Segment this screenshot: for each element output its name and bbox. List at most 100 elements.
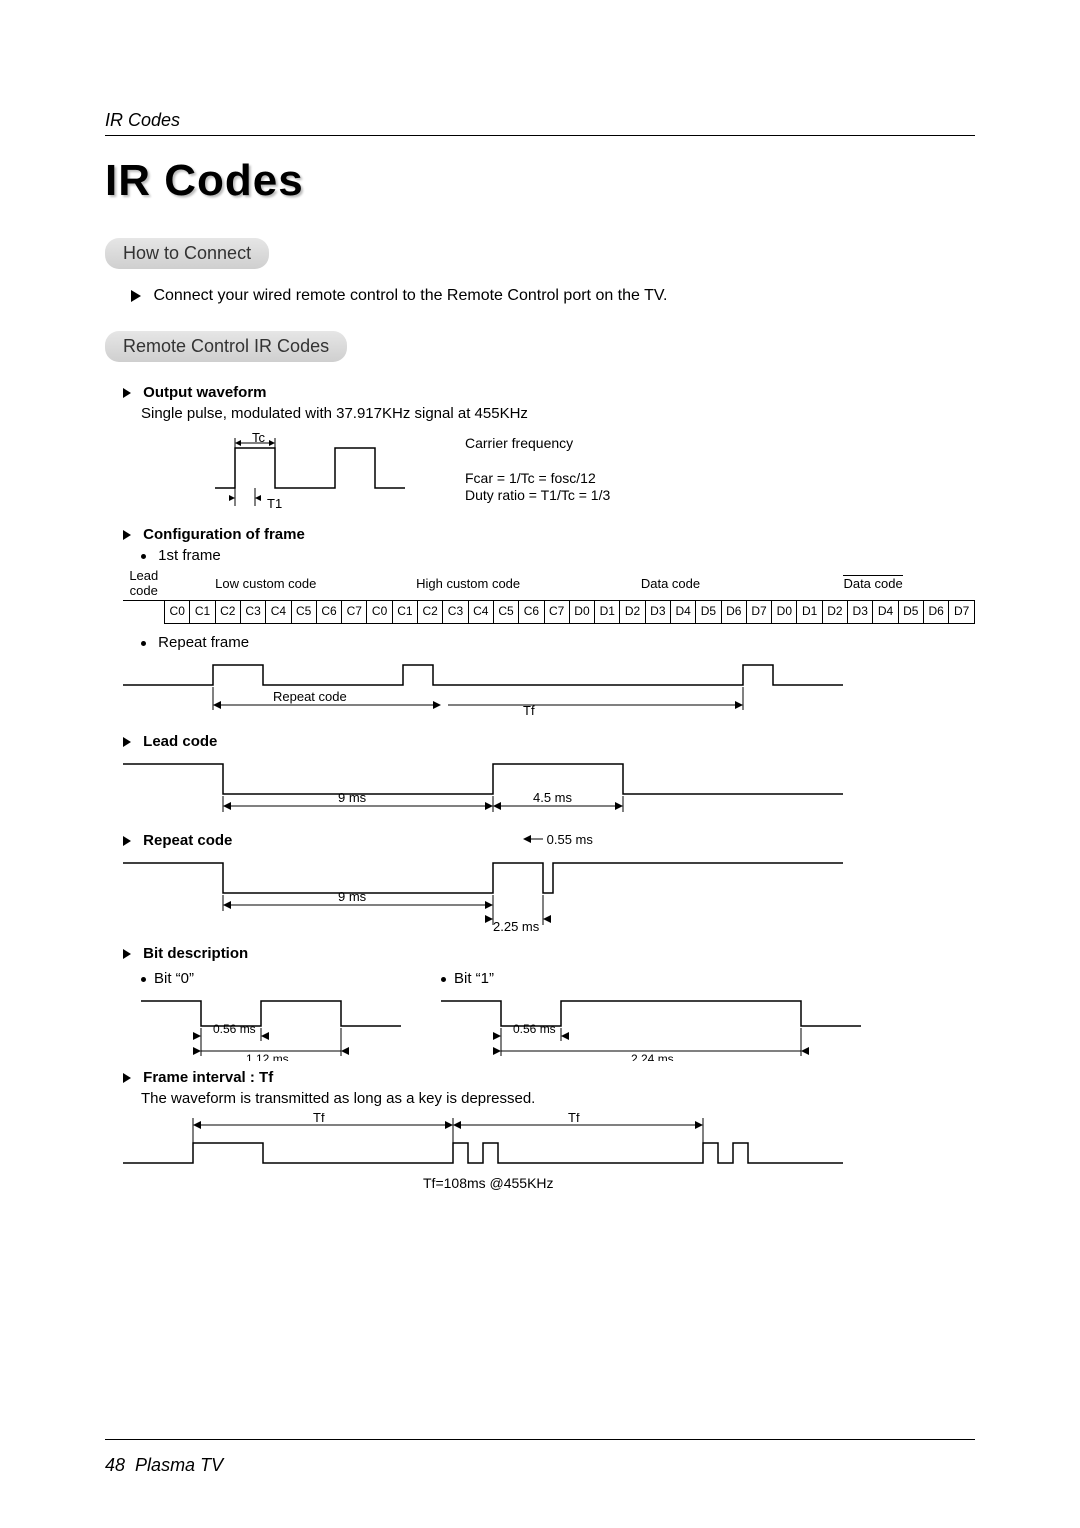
bit-cell: C1 (190, 601, 215, 624)
bit-cell: D2 (822, 601, 847, 624)
section-how-to-connect: How to Connect (105, 238, 269, 269)
page: IR Codes IR Codes How to Connect Connect… (0, 0, 1080, 1528)
triangle-icon (123, 388, 131, 398)
bit-cell: C2 (215, 601, 240, 624)
label-056b: 0.56 ms (513, 1022, 556, 1036)
output-waveform-desc: Single pulse, modulated with 37.917KHz s… (141, 405, 975, 422)
bit1-diagram: 0.56 ms 2.24 ms (441, 991, 861, 1061)
bit-cell: C3 (443, 601, 468, 624)
bit-cell: C0 (367, 601, 392, 624)
bit-cell: D0 (569, 601, 594, 624)
frame-table: Lead code Low custom code High custom co… (123, 568, 975, 624)
bit-cell: C3 (240, 601, 265, 624)
bit-cell: C2 (418, 601, 443, 624)
bit-cell: D4 (873, 601, 898, 624)
bit-cell: C0 (165, 601, 190, 624)
bit-cell: C4 (468, 601, 493, 624)
bit-cell: C7 (544, 601, 569, 624)
label-fcar: Fcar = 1/Tc = fosc/12 (465, 470, 596, 486)
repeat-code-diagram: 9 ms 2.25 ms (123, 853, 843, 933)
bit-cell: C5 (493, 601, 518, 624)
bit-cell: D2 (620, 601, 645, 624)
label-tf1: Tf (313, 1113, 325, 1125)
bit-cell: D7 (949, 601, 975, 624)
label-224: 2.24 ms (631, 1052, 674, 1061)
hdr-data-inv: Data code (772, 568, 975, 601)
repeat-frame-diagram: Repeat code Tf (123, 655, 843, 725)
connect-line: Connect your wired remote control to the… (131, 287, 975, 305)
output-waveform-diagram: Tc T1 Carrier frequency Fcar = 1/Tc = fo… (205, 428, 845, 518)
hdr-low-custom: Low custom code (165, 568, 367, 601)
lead-code-diagram: 9 ms 4.5 ms (123, 754, 843, 824)
frame-interval-desc: The waveform is transmitted as long as a… (141, 1090, 975, 1107)
label-9ms: 9 ms (338, 790, 367, 805)
label-056: 0.56 ms (213, 1022, 256, 1036)
triangle-icon (123, 1073, 131, 1083)
bit-cell: C1 (392, 601, 417, 624)
bit-cell: C7 (342, 601, 367, 624)
frame-interval-diagram: Tf Tf Tf=108ms @455KHz (123, 1113, 843, 1198)
repeat-code-label: Repeat code (143, 832, 232, 849)
bullet-icon (441, 977, 446, 982)
bit-cell: D3 (645, 601, 670, 624)
lead-code-label: Lead code (143, 733, 217, 750)
repeat-code-heading: Repeat code 0.55 ms (123, 832, 975, 849)
bit1-label: Bit “1” (454, 970, 494, 987)
triangle-icon (123, 949, 131, 959)
triangle-icon (123, 836, 131, 846)
rule-bottom (105, 1439, 975, 1440)
output-waveform-label: Output waveform (143, 384, 266, 401)
config-frame-label: Configuration of frame (143, 526, 305, 543)
bit0-diagram: 0.56 ms 1.12 ms (141, 991, 401, 1061)
bit-cell: D5 (696, 601, 721, 624)
frame-interval-label: Frame interval : Tf (143, 1069, 273, 1086)
bit-cell: D6 (721, 601, 746, 624)
connect-text: Connect your wired remote control to the… (153, 287, 667, 304)
lead-cell (123, 601, 165, 624)
frame-interval-heading: Frame interval : Tf (123, 1069, 975, 1086)
bit0-label: Bit “0” (154, 970, 194, 987)
label-112: 1.12 ms (246, 1052, 289, 1061)
label-duty: Duty ratio = T1/Tc = 1/3 (465, 487, 610, 503)
label-45ms: 4.5 ms (533, 790, 573, 805)
bit-cell: D5 (898, 601, 923, 624)
triangle-icon (123, 530, 131, 540)
page-title: IR Codes (105, 156, 975, 206)
triangle-icon (123, 737, 131, 747)
rule-top (105, 135, 975, 136)
bit0-block: Bit “0” 0.56 ms 1.12 ms (141, 966, 401, 1061)
bit-desc-heading: Bit description (123, 945, 975, 962)
label-repeat-code: Repeat code (273, 689, 347, 704)
bit-cell: D0 (772, 601, 797, 624)
footer: 48 Plasma TV (105, 1455, 223, 1476)
hdr-data: Data code (569, 568, 771, 601)
bit-cell: D1 (797, 601, 822, 624)
bullet-icon (141, 977, 146, 982)
label-t1: T1 (267, 496, 282, 511)
first-frame-text: 1st frame (158, 547, 221, 564)
hdr-high-custom: High custom code (367, 568, 569, 601)
bit-cell: C5 (291, 601, 316, 624)
lead-code-heading: Lead code (123, 733, 975, 750)
label-225ms: 2.25 ms (493, 919, 540, 933)
config-frame-heading: Configuration of frame (123, 526, 975, 543)
bit-cell: C4 (266, 601, 291, 624)
section-ir-codes: Remote Control IR Codes (105, 331, 347, 362)
repeat-frame-text: Repeat frame (158, 634, 249, 651)
bit-cell: C6 (519, 601, 544, 624)
label-tf: Tf (523, 703, 535, 718)
bit-desc-label: Bit description (143, 945, 248, 962)
bit-desc-row: Bit “0” 0.56 ms 1.12 ms Bit “1” 0.56 ms (141, 966, 975, 1061)
first-frame-label: 1st frame (141, 547, 975, 564)
repeat-frame-label: Repeat frame (141, 634, 975, 651)
page-number: 48 (105, 1455, 125, 1475)
running-head: IR Codes (105, 110, 975, 131)
bit-cell: D4 (671, 601, 696, 624)
output-waveform-heading: Output waveform (123, 384, 975, 401)
triangle-icon (131, 290, 141, 302)
bit1-block: Bit “1” 0.56 ms 2.24 ms (441, 966, 861, 1061)
label-carrier: Carrier frequency (465, 435, 573, 451)
label-9ms-r: 9 ms (338, 889, 367, 904)
book-title: Plasma TV (135, 1455, 223, 1475)
bullet-icon (141, 554, 146, 559)
